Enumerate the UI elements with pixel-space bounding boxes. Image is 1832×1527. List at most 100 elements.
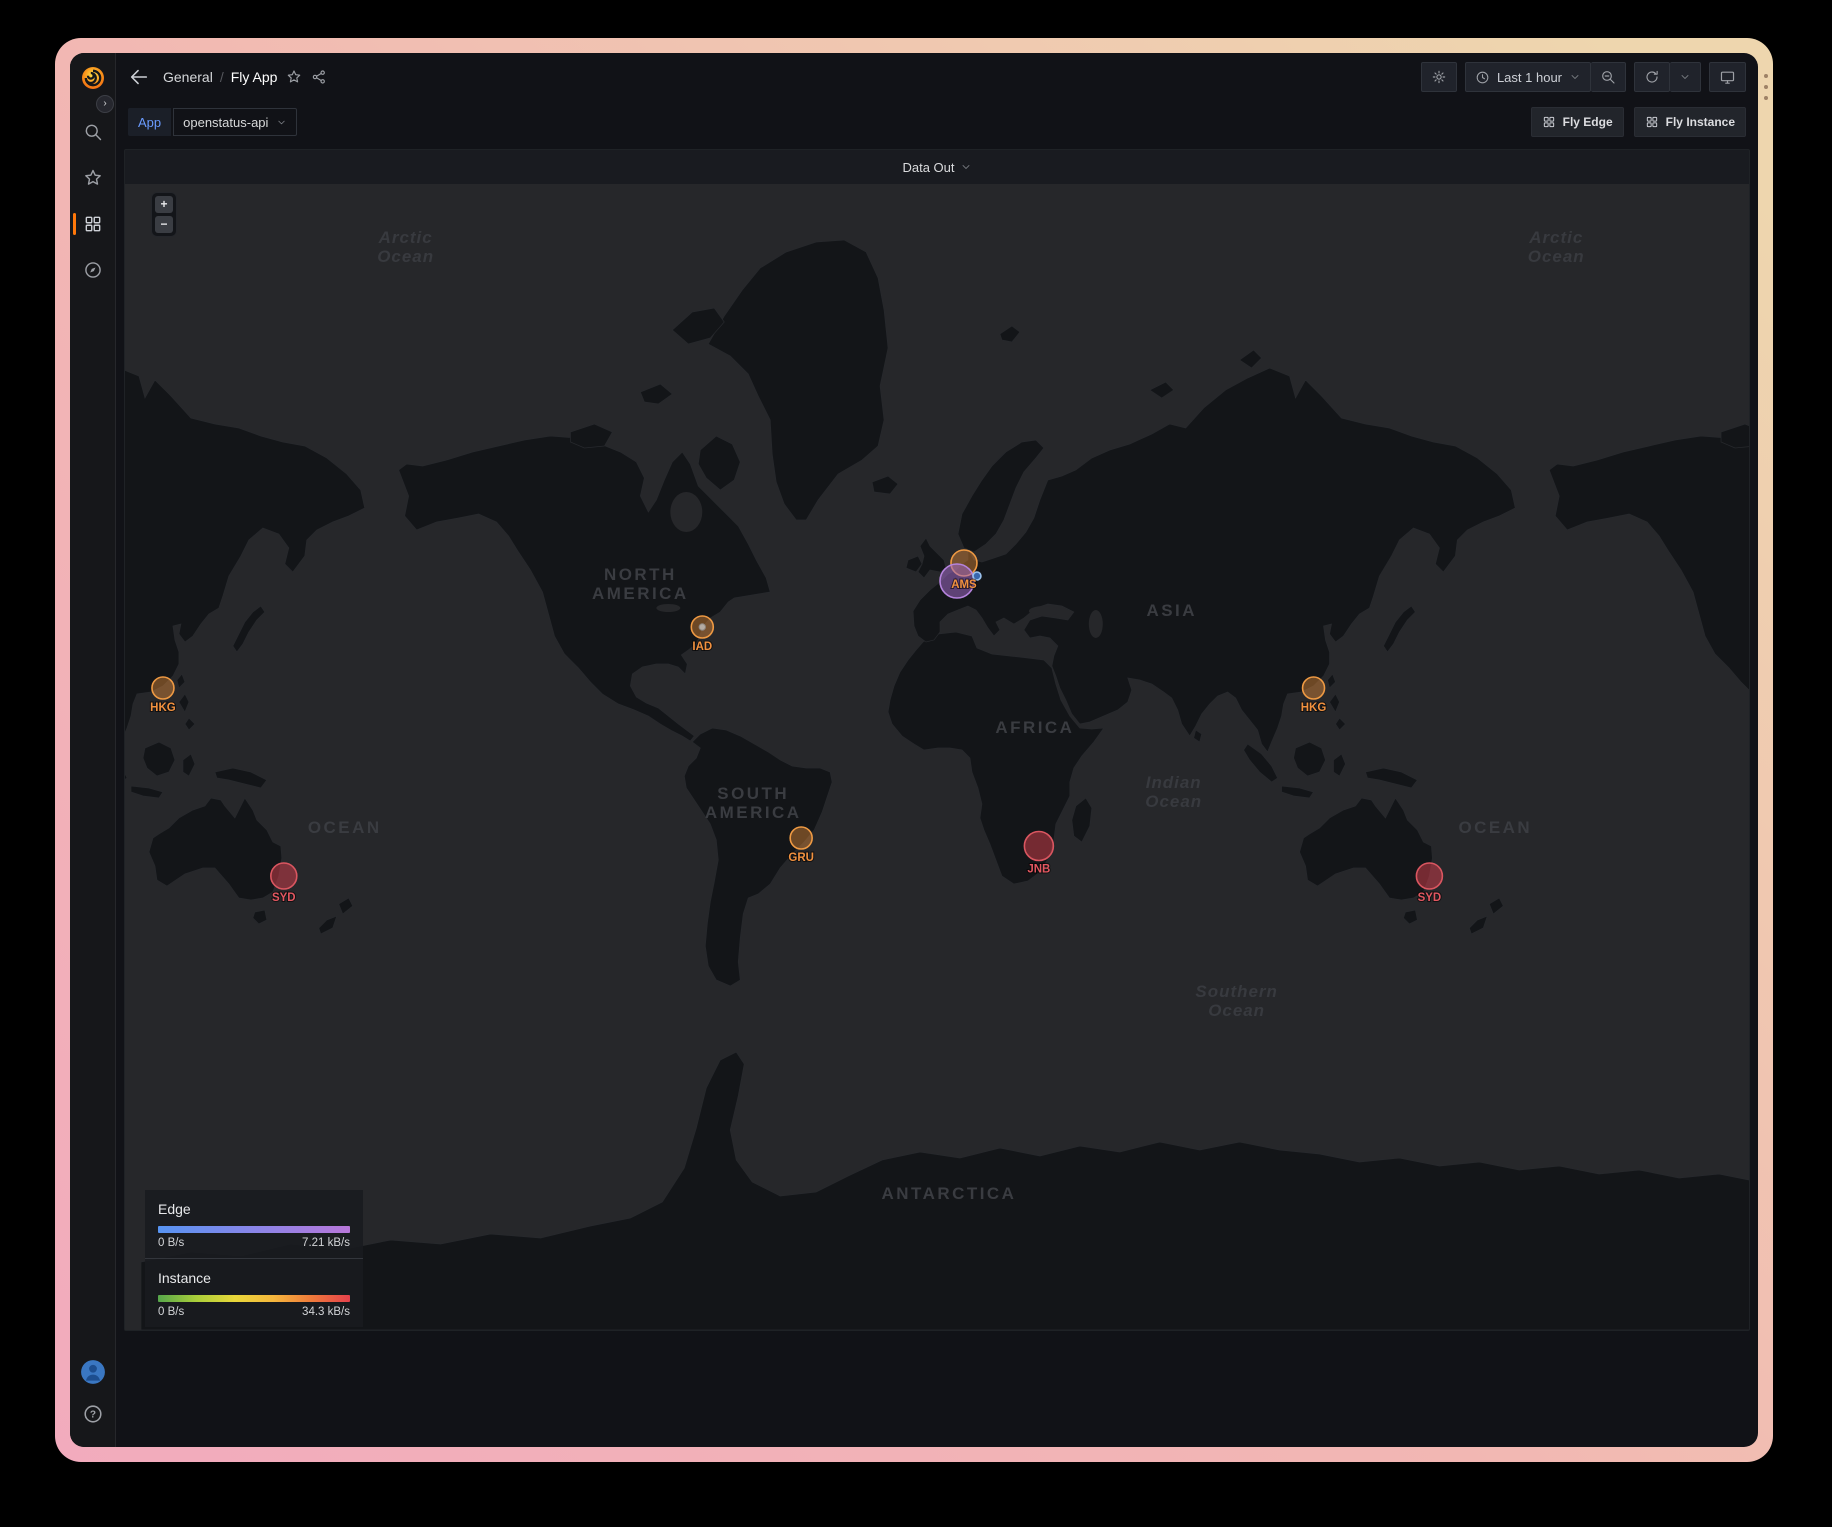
legend-gradient-bar	[158, 1226, 350, 1233]
grafana-window: ›	[70, 53, 1758, 1447]
map-label: SOUTHAMERICA	[705, 784, 802, 822]
sidebar-item-starred[interactable]	[70, 155, 116, 201]
refresh-group	[1634, 62, 1701, 92]
time-picker-group: Last 1 hour	[1465, 62, 1626, 92]
legend-max: 34.3 kB/s	[302, 1306, 350, 1318]
map-label: ArcticOcean	[377, 228, 434, 266]
time-zoom-out-button[interactable]	[1591, 62, 1626, 92]
legend-title: Edge	[158, 1201, 350, 1217]
map-zoom-in-button[interactable]: +	[155, 196, 173, 213]
map-legend: Edge 0 B/s 7.21 kB/s Instance 0 B/s	[145, 1190, 363, 1327]
nav-actions: Last 1 hour	[1421, 62, 1746, 92]
map-marker-label: AMS	[951, 579, 977, 591]
monitor-icon	[1719, 69, 1736, 86]
map-marker-label: JNB	[1027, 863, 1050, 875]
compass-icon	[83, 260, 103, 280]
breadcrumb-folder[interactable]: General	[163, 69, 213, 85]
map-marker-syd[interactable]	[271, 863, 297, 889]
legend-title: Instance	[158, 1270, 350, 1286]
map-marker-hkg[interactable]	[152, 677, 174, 699]
map-label: SouthernOcean	[1195, 982, 1277, 1020]
map-marker-label: GRU	[788, 852, 814, 864]
map-marker-inner-dot	[699, 624, 705, 630]
share-dashboard-button[interactable]	[311, 69, 327, 85]
search-icon	[83, 122, 103, 142]
window-frame: ›	[55, 38, 1773, 1462]
map-label: ANTARCTICA	[882, 1184, 1017, 1203]
panel-header[interactable]: Data Out	[125, 150, 1749, 184]
breadcrumb-separator: /	[220, 69, 224, 85]
star-outline-icon	[286, 69, 302, 85]
zoom-out-icon	[1600, 69, 1616, 85]
top-nav: General / Fly App	[116, 53, 1758, 101]
map-canvas[interactable]: ArcticOcean ArcticOcean NORTHAMERICA ASIA AF…	[125, 184, 1749, 1330]
world-map: ArcticOcean ArcticOcean NORTHAMERICA ASIA AF…	[125, 184, 1749, 1330]
refresh-icon	[1644, 69, 1660, 85]
legend-section-edge: Edge 0 B/s 7.21 kB/s	[145, 1190, 363, 1258]
legend-min: 0 B/s	[158, 1306, 184, 1318]
sidebar-item-explore[interactable]	[70, 247, 116, 293]
chevron-down-icon	[1569, 71, 1581, 83]
page-title: Fly App	[231, 69, 278, 85]
share-icon	[311, 69, 327, 85]
map-marker-gru[interactable]	[790, 827, 812, 849]
variable-value: openstatus-api	[183, 115, 268, 130]
sidebar-expand-button[interactable]: ›	[96, 95, 114, 113]
sidebar-item-search[interactable]	[70, 109, 116, 155]
time-range-label: Last 1 hour	[1497, 70, 1562, 85]
help-icon[interactable]: ?	[82, 1403, 104, 1425]
map-label: NORTHAMERICA	[592, 565, 689, 603]
map-marker-label: IAD	[692, 641, 712, 653]
sidebar: ›	[70, 53, 116, 1447]
gear-icon	[1431, 69, 1447, 85]
panel-title: Data Out	[902, 160, 954, 175]
variable-value-dropdown[interactable]: openstatus-api	[173, 108, 297, 136]
submenu-bar: App openstatus-api Fly Edge	[116, 101, 1758, 143]
user-avatar[interactable]	[80, 1359, 106, 1385]
back-button[interactable]	[128, 66, 150, 88]
geomap-panel: Data Out	[124, 149, 1750, 1331]
map-marker-syd[interactable]	[1416, 863, 1442, 889]
legend-gradient-bar	[158, 1295, 350, 1302]
chevron-down-icon	[276, 117, 287, 128]
star-dashboard-button[interactable]	[286, 69, 302, 85]
arrow-left-icon	[128, 66, 150, 88]
legend-min: 0 B/s	[158, 1237, 184, 1249]
chevron-down-icon	[1679, 71, 1691, 83]
time-range-picker[interactable]: Last 1 hour	[1465, 62, 1591, 92]
map-label: ASIA	[1146, 601, 1197, 620]
map-label: AFRICA	[995, 718, 1074, 737]
map-marker-label: SYD	[272, 892, 296, 904]
sidebar-item-dashboards[interactable]	[70, 201, 116, 247]
map-label: OCEAN	[1458, 818, 1532, 837]
map-marker-label: SYD	[1418, 892, 1442, 904]
map-label: ArcticOcean	[1528, 228, 1585, 266]
refresh-button[interactable]	[1634, 62, 1670, 92]
main-area: General / Fly App	[116, 53, 1758, 1447]
link-label: Fly Instance	[1666, 115, 1735, 129]
map-marker-jnb[interactable]	[1024, 832, 1053, 861]
map-label: IndianOcean	[1145, 773, 1202, 811]
dashboards-grid-icon	[83, 214, 103, 234]
variable-label: App	[128, 108, 171, 136]
dashboard-settings-button[interactable]	[1421, 62, 1457, 92]
link-fly-edge[interactable]: Fly Edge	[1531, 107, 1624, 137]
refresh-interval-dropdown[interactable]	[1670, 62, 1701, 92]
link-fly-instance[interactable]: Fly Instance	[1634, 107, 1746, 137]
apps-grid-icon	[1542, 115, 1556, 129]
chevron-down-icon	[960, 161, 972, 173]
map-marker-hkg[interactable]	[1303, 677, 1325, 699]
map-marker-label: HKG	[150, 702, 176, 714]
link-label: Fly Edge	[1563, 115, 1613, 129]
sidebar-footer: ?	[80, 1359, 106, 1447]
star-icon	[83, 168, 103, 188]
tv-mode-button[interactable]	[1709, 62, 1746, 92]
clock-icon	[1475, 70, 1490, 85]
svg-text:?: ?	[89, 1410, 95, 1421]
grafana-logo-icon[interactable]	[80, 65, 106, 91]
breadcrumb: General / Fly App	[163, 69, 277, 85]
legend-max: 7.21 kB/s	[302, 1237, 350, 1249]
map-label: OCEAN	[308, 818, 382, 837]
dashboard-links: Fly Edge Fly Instance	[1531, 107, 1746, 137]
map-zoom-out-button[interactable]: −	[155, 216, 173, 233]
